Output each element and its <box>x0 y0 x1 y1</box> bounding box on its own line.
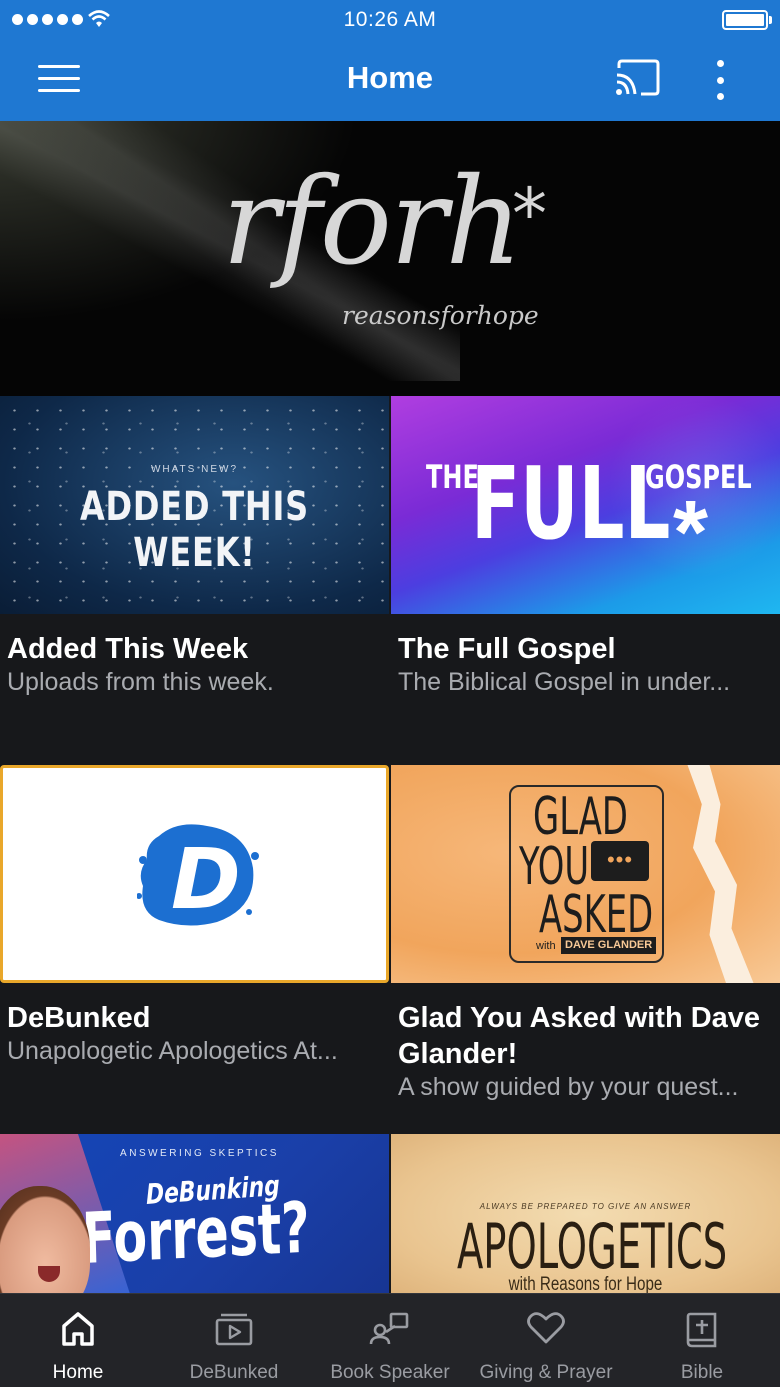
status-bar: 10:26 AM <box>0 0 780 40</box>
card-subtitle: Unapologetic Apologetics At... <box>7 1037 338 1065</box>
top-bar: 10:26 AM Home <box>0 0 780 121</box>
tab-bible[interactable]: Bible <box>624 1294 780 1387</box>
tab-label: Book Speaker <box>330 1362 450 1383</box>
tab-giving-prayer[interactable]: Giving & Prayer <box>468 1294 624 1387</box>
card-title: The Full Gospel <box>398 633 616 665</box>
chat-bubble-icon <box>591 841 649 881</box>
thumb-kicker: WHATS NEW? <box>150 464 239 475</box>
thumb-with: with Reasons for Hope <box>508 1274 663 1294</box>
video-library-icon <box>215 1313 253 1346</box>
card-subtitle: A show guided by your quest... <box>398 1073 739 1101</box>
hero-logo: rforh <box>222 153 523 292</box>
tab-debunked[interactable]: DeBunked <box>156 1294 312 1387</box>
card-thumbnail-selected: D <box>0 765 389 983</box>
thumb-word-apologetics: APOLOGETICS <box>457 1210 728 1283</box>
thumb-line-asked: ASKED <box>539 885 654 945</box>
card-thumbnail: ANSWERING SKEPTICS DeBunking Forrest? <box>0 1134 389 1294</box>
card-subtitle: Uploads from this week. <box>7 668 274 696</box>
tab-bar: Home DeBunked Book Speaker Giving & Pray… <box>0 1293 780 1387</box>
tab-label: Giving & Prayer <box>479 1362 613 1383</box>
tab-book-speaker[interactable]: Book Speaker <box>312 1294 468 1387</box>
card-subtitle: The Biblical Gospel in under... <box>398 668 731 696</box>
heart-icon <box>527 1312 565 1344</box>
battery-icon <box>722 10 768 30</box>
card-thumbnail: ALWAYS BE PREPARED TO GIVE AN ANSWER APO… <box>391 1134 780 1294</box>
home-icon <box>62 1312 94 1346</box>
status-time: 10:26 AM <box>343 8 437 31</box>
nav-bar: Home <box>0 40 780 121</box>
more-vertical-icon[interactable] <box>708 58 732 102</box>
tab-home[interactable]: Home <box>0 1294 156 1387</box>
thumb-kicker: ANSWERING SKEPTICS <box>120 1148 279 1159</box>
hero-logo-mark: * <box>512 173 547 255</box>
tab-label: Home <box>52 1362 104 1383</box>
speaker-book-icon <box>369 1312 409 1345</box>
debunked-logo-icon: D <box>137 824 259 928</box>
thumb-with: with <box>536 940 556 952</box>
menu-icon[interactable] <box>38 65 80 95</box>
thumb-headline: ADDED THIS WEEK! <box>79 484 310 576</box>
thumb-word-full: FULL <box>471 445 671 562</box>
thumb-word-forrest: Forrest? <box>80 1186 311 1280</box>
card-title: Glad You Asked with Dave Glander! <box>398 1002 761 1070</box>
tab-label: Bible <box>680 1362 724 1383</box>
bible-icon <box>686 1312 717 1348</box>
card-title: Added This Week <box>7 633 249 665</box>
svg-text:D: D <box>171 830 241 928</box>
thumb-host-name: DAVE GLANDER <box>561 937 657 954</box>
tab-label: DeBunked <box>189 1362 279 1383</box>
thumb-asterisk: * <box>673 483 709 583</box>
card-thumbnail: WHATS NEW? ADDED THIS WEEK! <box>0 396 389 614</box>
page-title: Home <box>346 60 434 95</box>
card-title: DeBunked <box>7 1002 151 1034</box>
hero-banner[interactable]: rforh * reasonsforhope <box>0 121 780 396</box>
card-thumbnail: THE FULL GOSPEL * <box>391 396 780 614</box>
battery-tip <box>769 16 772 24</box>
hero-tagline: reasonsforhope <box>342 301 539 330</box>
card-thumbnail: GLAD YOU ASKED with DAVE GLANDER <box>391 765 780 983</box>
thumb-line-glad: GLAD <box>533 787 628 847</box>
cast-icon[interactable] <box>613 58 661 98</box>
